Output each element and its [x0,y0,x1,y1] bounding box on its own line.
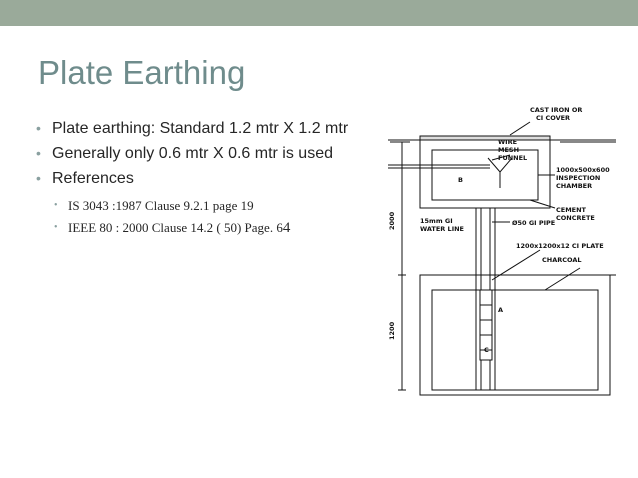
label-cement1: CEMENT [556,206,587,214]
slide-title: Plate Earthing [38,54,246,91]
label-dim-upper: 2000 [388,211,396,230]
bullet-marker: • [36,170,41,186]
bullet-marker: • [54,222,58,233]
label-charcoal: CHARCOAL [542,256,582,264]
label-b: B [458,176,463,184]
bullet-marker: • [54,200,58,211]
label-cover2: CI COVER [536,114,570,122]
label-mesh: MESH [498,146,519,154]
bullet-list: • Plate earthing: Standard 1.2 mtr X 1.2… [34,116,384,239]
bullet-text: References [52,170,134,187]
bullet-item: • References [34,166,384,191]
label-a: A [498,306,503,314]
label-cover: CAST IRON OR [530,106,582,114]
label-c: C [484,346,489,354]
label-cement2: CONCRETE [556,214,595,222]
bullet-marker: • [36,145,41,161]
label-gi1: 15mm GI [420,217,453,225]
plate-earthing-diagram: CAST IRON OR CI COVER WIRE MESH FUNNEL 1… [388,106,616,396]
sub-bullet-item: • IEEE 80 : 2000 Clause 14.2 ( 50) Page.… [34,217,384,239]
label-dims: 1000x500x600 [556,166,610,174]
label-dim-lower: 1200 [388,321,396,340]
bullet-text: Generally only 0.6 mtr X 0.6 mtr is used [52,145,333,162]
label-plate: 1200x1200x12 CI PLATE [516,242,604,250]
label-wire: WIRE [498,138,517,146]
top-band [0,0,638,26]
sub-bullet-item: • IS 3043 :1987 Clause 9.2.1 page 19 [34,195,384,217]
bullet-marker: • [36,120,41,136]
bullet-item: • Generally only 0.6 mtr X 0.6 mtr is us… [34,141,384,166]
sub-bullet-text: IEEE 80 : 2000 Clause 14.2 ( 50) Page. 6 [68,220,283,235]
bullet-text: Plate earthing: Standard 1.2 mtr X 1.2 m… [52,120,349,137]
sub-bullet-text: IS 3043 :1987 Clause 9.2.1 page 19 [68,198,254,213]
label-funnel: FUNNEL [498,154,527,162]
sub-bullet-tail: 4 [282,220,291,236]
label-gi2: WATER LINE [420,225,464,233]
label-pipe: Ø50 GI PIPE [512,219,555,227]
label-chamber1: INSPECTION [556,174,600,182]
bullet-item: • Plate earthing: Standard 1.2 mtr X 1.2… [34,116,384,141]
label-chamber2: CHAMBER [556,182,592,190]
